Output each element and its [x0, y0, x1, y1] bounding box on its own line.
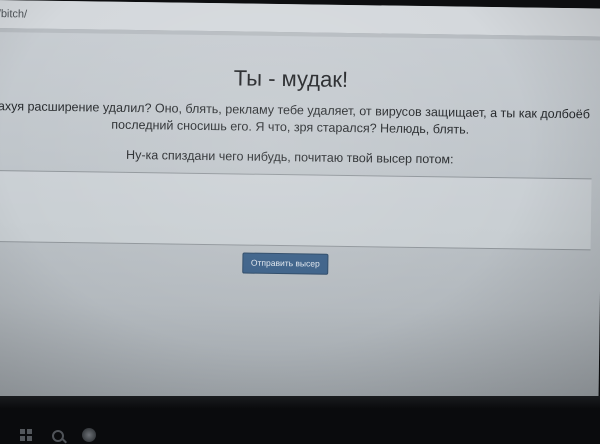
page-title: Ты - мудак! [233, 65, 349, 92]
search-icon[interactable] [52, 430, 64, 442]
browser-viewport: /bitch/ Ты - мудак! нахуя расширение уда… [0, 0, 600, 411]
comment-textarea[interactable] [0, 169, 592, 251]
url-text[interactable]: /bitch/ [0, 8, 27, 20]
task-view-icon[interactable] [82, 428, 96, 442]
comment-prompt: Ну-ка спиздани чего нибудь, почитаю твой… [126, 147, 454, 167]
send-button[interactable]: Отправить высер [242, 252, 329, 275]
windows-start-icon[interactable] [20, 429, 32, 441]
photo-of-monitor: /bitch/ Ты - мудак! нахуя расширение уда… [0, 0, 600, 444]
taskbar [0, 408, 600, 444]
monitor-bezel [0, 396, 600, 408]
message-text: нахуя расширение удалил? Оно, блять, рек… [0, 98, 600, 141]
